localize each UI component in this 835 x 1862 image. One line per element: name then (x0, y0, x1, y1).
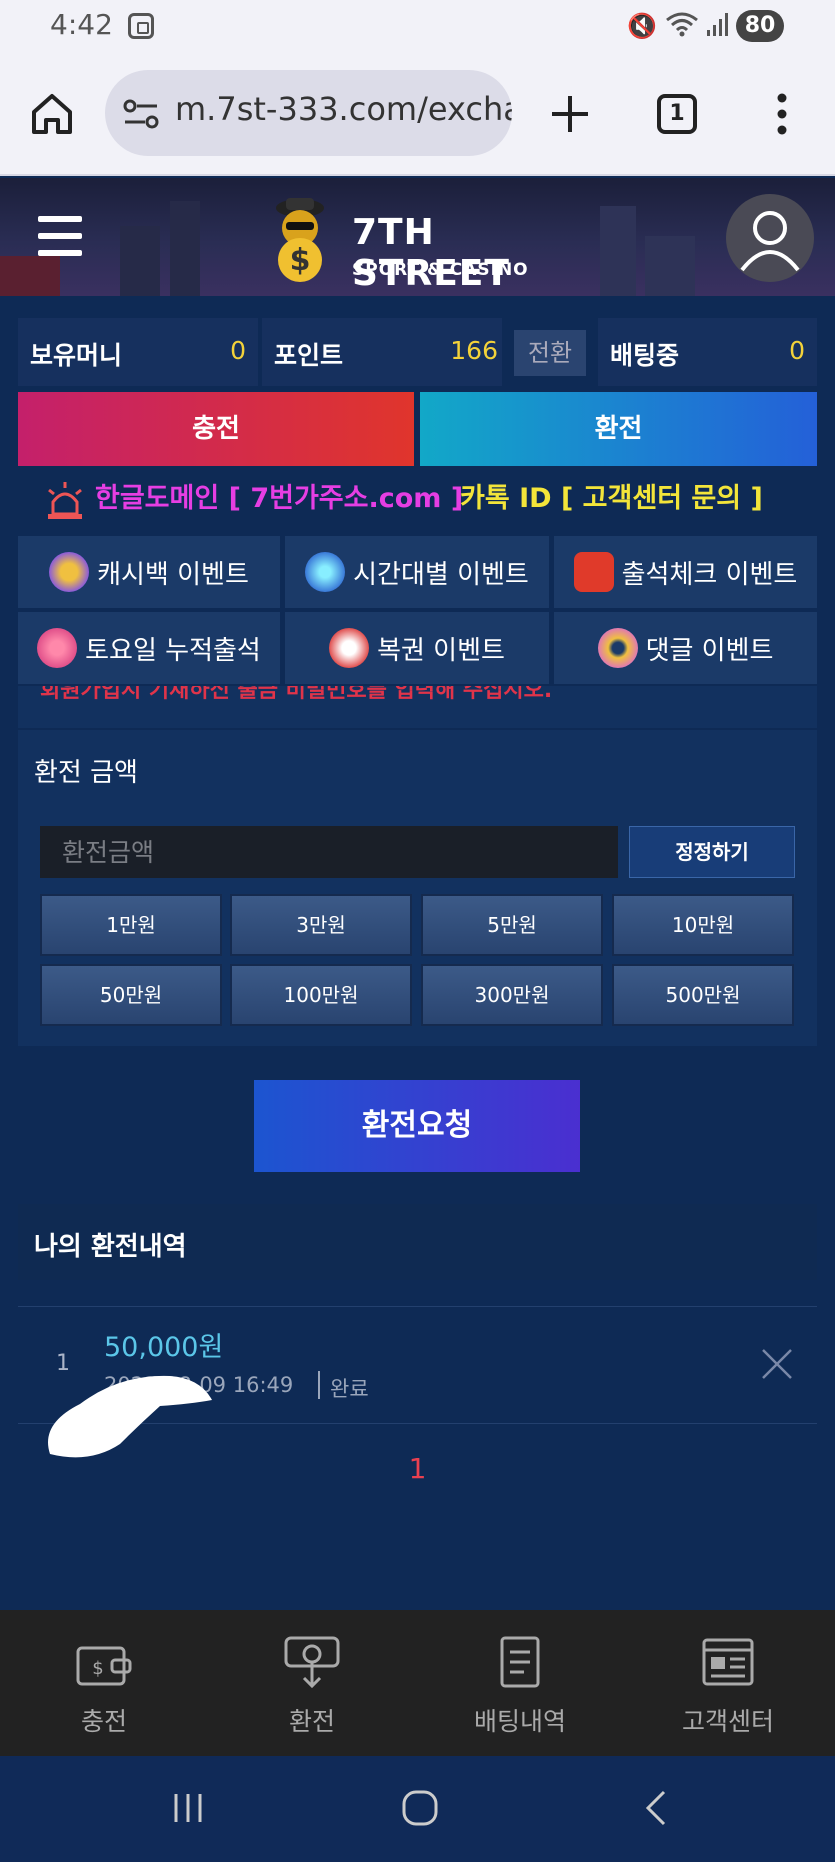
event-comment-button[interactable]: 댓글 이벤트 (554, 612, 817, 684)
svg-text:$: $ (290, 243, 311, 278)
user-icon (740, 211, 800, 272)
mute-icon: 🔇 (627, 12, 657, 40)
bottom-navigation: $ 충전 환전 배팅내역 고객센터 (0, 1610, 835, 1756)
row-status: 완료 (330, 1377, 369, 1401)
betting-balance: 배팅중 0 (598, 318, 817, 386)
donut-icon (597, 628, 638, 668)
close-icon[interactable] (760, 1347, 794, 1381)
battery-badge: 80 (736, 10, 784, 42)
new-tab-icon[interactable] (548, 92, 592, 136)
browser-toolbar: m.7st-333.com/exchange 1 (0, 52, 835, 176)
warning-text: 회원가입시 기재하신 출금 비밀번호를 입력해 주십시오. (40, 686, 553, 703)
chip-icon (37, 628, 78, 668)
amount-button-5m[interactable]: 500만원 (612, 964, 794, 1026)
status-time: 4:42 (50, 8, 113, 41)
logo-title: 7TH STREET (352, 212, 510, 294)
address-bar[interactable]: m.7st-333.com/exchange (105, 70, 512, 156)
tab-switcher-button[interactable]: 1 (657, 94, 697, 134)
amount-button-50k[interactable]: 5만원 (421, 894, 603, 956)
event-label: 댓글 이벤트 (645, 635, 774, 666)
nav-deposit[interactable]: $ 충전 (0, 1610, 208, 1756)
nav-label: 고객센터 (681, 1707, 774, 1736)
nav-label: 환전 (288, 1707, 335, 1736)
svg-text:$: $ (92, 1658, 103, 1679)
event-label: 토요일 누적출석 (85, 635, 261, 666)
correct-button[interactable]: 정정하기 (629, 826, 795, 878)
url-text: m.7st-333.com/exchange (175, 90, 512, 128)
row-divider (318, 1371, 320, 1399)
logo-subtitle: SPORT & CASINO (352, 260, 529, 280)
lottery-ball-icon (329, 628, 370, 668)
dice-icon (573, 552, 614, 592)
withdraw-form: 환전 금액 정정하기 1만원 3만원 5만원 10만원 50만원 100만원 3… (18, 730, 817, 1046)
event-cashback-button[interactable]: 캐시백 이벤트 (18, 536, 280, 608)
amount-button-100k[interactable]: 10만원 (612, 894, 794, 956)
history-header: 나의 환전내역 (18, 1204, 817, 1280)
home-button-icon[interactable] (400, 1788, 440, 1828)
recent-apps-icon[interactable] (170, 1790, 206, 1826)
wifi-icon (666, 12, 698, 37)
notice-kakao-text: 카톡 ID [ 고객센터 문의 ] (460, 483, 763, 514)
tab-withdraw[interactable]: 환전 (420, 392, 817, 466)
amount-button-30k[interactable]: 3만원 (230, 894, 412, 956)
mascot-logo-icon: $ (276, 198, 324, 282)
event-attendance-button[interactable]: 출석체크 이벤트 (554, 536, 817, 608)
system-navigation-bar (0, 1756, 835, 1862)
status-bar: 4:42 🔇 80 (0, 0, 835, 52)
more-menu-icon[interactable] (776, 92, 788, 136)
home-icon[interactable] (30, 92, 74, 136)
crystal-gem-icon (305, 552, 346, 592)
cashback-coin-icon (49, 552, 90, 592)
amount-input[interactable] (40, 826, 618, 878)
tab-deposit[interactable]: 충전 (18, 392, 414, 466)
screen-record-icon (128, 13, 154, 39)
back-icon[interactable] (640, 1788, 670, 1828)
pagination-page[interactable]: 1 (0, 1452, 835, 1485)
wallet-icon: $ (76, 1646, 132, 1686)
site-logo[interactable]: $ 7TH STREET SPORT & CASINO (258, 190, 588, 294)
warning-strip: 회원가입시 기재하신 출금 비밀번호를 입력해 주십시오. (18, 686, 817, 728)
nav-label: 배팅내역 (473, 1707, 566, 1736)
history-title: 나의 환전내역 (34, 1232, 187, 1262)
event-label: 시간대별 이벤트 (353, 559, 529, 590)
signal-icon (707, 13, 728, 36)
nav-label: 충전 (80, 1707, 127, 1736)
event-label: 캐시백 이벤트 (97, 559, 249, 590)
news-icon (702, 1638, 754, 1686)
menu-hamburger-icon[interactable] (38, 216, 82, 256)
betting-value: 0 (789, 336, 805, 365)
amount-title: 환전 금액 (34, 758, 138, 788)
user-avatar[interactable] (726, 194, 814, 282)
row-amount: 50,000원 (104, 1332, 224, 1363)
document-icon (500, 1636, 540, 1688)
betting-label: 배팅중 (610, 341, 680, 370)
event-label: 출석체크 이벤트 (621, 559, 798, 590)
event-timeslot-button[interactable]: 시간대별 이벤트 (285, 536, 549, 608)
nav-betting-history[interactable]: 배팅내역 (416, 1610, 624, 1756)
money-label: 보유머니 (30, 341, 123, 370)
event-label: 복권 이벤트 (377, 635, 505, 666)
amount-button-500k[interactable]: 50만원 (40, 964, 222, 1026)
notice-banner: 한글도메인 [ 7번가주소.com ] 카톡 ID [ 고객센터 문의 ] (0, 470, 835, 520)
notice-domain-text: 한글도메인 [ 7번가주소.com ] (95, 483, 464, 514)
event-saturday-button[interactable]: 토요일 누적출석 (18, 612, 280, 684)
siren-icon (48, 482, 82, 519)
nav-withdraw[interactable]: 환전 (208, 1610, 416, 1756)
money-balance: 보유머니 0 (18, 318, 258, 386)
money-value: 0 (230, 336, 246, 365)
point-balance: 포인트 166 (262, 318, 502, 386)
withdraw-request-button[interactable]: 환전요청 (254, 1080, 580, 1172)
withdraw-icon (284, 1636, 340, 1689)
amount-button-10k[interactable]: 1만원 (40, 894, 222, 956)
amount-button-3m[interactable]: 300만원 (421, 964, 603, 1026)
nav-customer-center[interactable]: 고객센터 (624, 1610, 832, 1756)
site-settings-icon[interactable] (123, 98, 159, 130)
point-label: 포인트 (274, 341, 344, 370)
event-lottery-button[interactable]: 복권 이벤트 (285, 612, 549, 684)
point-value: 166 (450, 336, 498, 365)
site-header: $ 7TH STREET SPORT & CASINO (0, 178, 835, 296)
redaction-scribble (48, 1375, 212, 1458)
convert-points-button[interactable]: 전환 (514, 330, 586, 376)
amount-button-1m[interactable]: 100만원 (230, 964, 412, 1026)
